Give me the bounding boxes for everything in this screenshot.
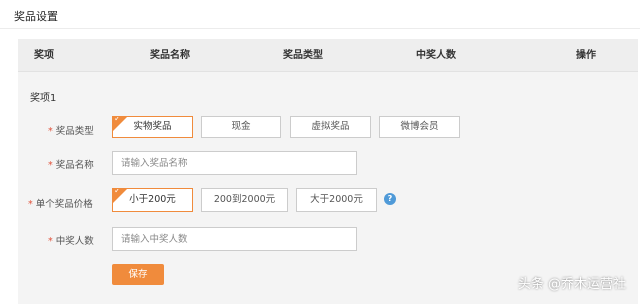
option-label: 大于2000元 — [310, 194, 363, 205]
winner-count-label-text: 中奖人数 — [55, 236, 94, 247]
header-winner-count: 中奖人数 — [416, 50, 456, 61]
page-title: 奖品设置 — [14, 10, 58, 23]
title-divider — [0, 28, 640, 29]
prize-type-option-physical[interactable]: ✓ 实物奖品 — [112, 116, 193, 138]
required-mark: * — [48, 126, 53, 137]
unit-price-label: * 单个奖品价格 — [28, 196, 93, 210]
prize-type-option-weibo-vip[interactable]: 微博会员 — [379, 116, 460, 138]
required-mark: * — [28, 199, 33, 210]
prize-name-input[interactable] — [112, 151, 357, 175]
unit-price-option-over-2000[interactable]: 大于2000元 — [296, 188, 377, 212]
option-label: 现金 — [231, 121, 251, 132]
winner-count-label: * 中奖人数 — [48, 233, 94, 247]
table-header: 奖项 奖品名称 奖品类型 中奖人数 操作 — [18, 39, 638, 72]
unit-price-option-under-200[interactable]: ✓ 小于200元 — [112, 188, 193, 212]
option-label: 200到2000元 — [213, 194, 276, 205]
unit-price-option-200-2000[interactable]: 200到2000元 — [201, 188, 288, 212]
check-icon: ✓ — [114, 188, 121, 195]
option-label: 小于200元 — [129, 194, 176, 205]
help-icon[interactable]: ? — [384, 193, 396, 205]
prize-type-label-text: 奖品类型 — [55, 126, 94, 137]
unit-price-label-text: 单个奖品价格 — [35, 199, 93, 210]
prize-type-option-virtual[interactable]: 虚拟奖品 — [290, 116, 371, 138]
save-button[interactable]: 保存 — [112, 264, 164, 285]
option-label: 虚拟奖品 — [311, 121, 350, 132]
option-label: 微博会员 — [400, 121, 439, 132]
prize-name-label: * 奖品名称 — [48, 157, 94, 171]
prize-type-option-cash[interactable]: 现金 — [201, 116, 281, 138]
required-mark: * — [48, 160, 53, 171]
prize-name-label-text: 奖品名称 — [55, 160, 94, 171]
prize-type-label: * 奖品类型 — [48, 123, 94, 137]
header-actions: 操作 — [576, 50, 596, 61]
award-group-title: 奖项1 — [30, 93, 57, 104]
watermark: 头条 @乔木运营社 — [517, 277, 626, 292]
header-prize-name: 奖品名称 — [150, 50, 190, 61]
winner-count-input[interactable] — [112, 227, 357, 251]
required-mark: * — [48, 236, 53, 247]
header-prize-type: 奖品类型 — [283, 50, 323, 61]
header-award-level: 奖项 — [34, 50, 54, 61]
option-label: 实物奖品 — [133, 121, 172, 132]
check-icon: ✓ — [114, 116, 121, 123]
